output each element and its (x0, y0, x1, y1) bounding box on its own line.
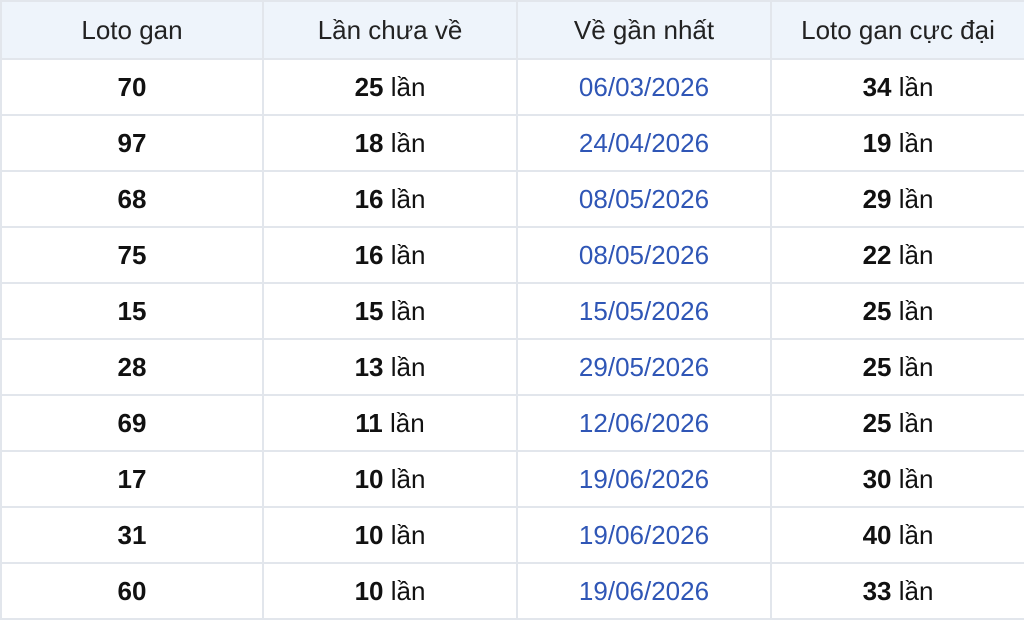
table-row: 31 10 lần 19/06/2026 40 lần (0, 506, 1024, 564)
max-gan-cell: 40 lần (770, 506, 1024, 564)
table-row: 69 11 lần 12/06/2026 25 lần (0, 394, 1024, 452)
max-gan-cell: 25 lần (770, 338, 1024, 396)
missed-count-cell: 16 lần (262, 170, 518, 228)
unit-label: lần (390, 407, 425, 438)
header-max-gan: Loto gan cực đại (770, 0, 1024, 60)
max-gan-cell: 19 lần (770, 114, 1024, 172)
last-seen-cell: 15/05/2026 (516, 282, 772, 340)
loto-number-cell: 17 (0, 450, 264, 508)
last-seen-cell: 08/05/2026 (516, 226, 772, 284)
missed-count-cell: 10 lần (262, 506, 518, 564)
missed-count-value: 18 (354, 127, 384, 158)
missed-count-cell: 16 lần (262, 226, 518, 284)
table-row: 60 10 lần 19/06/2026 33 lần (0, 562, 1024, 620)
unit-label: lần (898, 183, 934, 214)
missed-count-cell: 15 lần (262, 282, 518, 340)
last-seen-cell: 19/06/2026 (516, 506, 772, 564)
unit-label: lần (390, 351, 426, 382)
loto-number-cell: 75 (0, 226, 264, 284)
unit-label: lần (898, 463, 934, 494)
max-gan-cell: 33 lần (770, 562, 1024, 620)
last-seen-cell: 08/05/2026 (516, 170, 772, 228)
max-gan-value: 34 (862, 71, 892, 102)
loto-gan-table: Loto gan Lần chưa về Về gần nhất Loto ga… (0, 0, 1024, 620)
loto-number-cell: 69 (0, 394, 264, 452)
loto-number-cell: 28 (0, 338, 264, 396)
unit-label: lần (390, 71, 426, 102)
missed-count-value: 16 (354, 183, 384, 214)
max-gan-value: 25 (862, 407, 892, 438)
missed-count-value: 10 (354, 519, 384, 550)
missed-count-cell: 10 lần (262, 450, 518, 508)
loto-number-cell: 31 (0, 506, 264, 564)
loto-number-cell: 60 (0, 562, 264, 620)
last-seen-cell: 12/06/2026 (516, 394, 772, 452)
max-gan-cell: 34 lần (770, 58, 1024, 116)
missed-count-value: 10 (354, 575, 384, 606)
last-seen-cell: 06/03/2026 (516, 58, 772, 116)
missed-count-value: 10 (354, 463, 384, 494)
unit-label: lần (390, 127, 426, 158)
max-gan-cell: 30 lần (770, 450, 1024, 508)
max-gan-cell: 22 lần (770, 226, 1024, 284)
unit-label: lần (390, 575, 426, 606)
unit-label: lần (390, 295, 426, 326)
missed-count-value: 13 (354, 351, 384, 382)
table-row: 28 13 lần 29/05/2026 25 lần (0, 338, 1024, 396)
loto-number-cell: 70 (0, 58, 264, 116)
unit-label: lần (390, 463, 426, 494)
missed-count-value: 11 (355, 407, 383, 438)
loto-number-cell: 15 (0, 282, 264, 340)
missed-count-cell: 18 lần (262, 114, 518, 172)
max-gan-value: 19 (862, 127, 892, 158)
max-gan-value: 25 (862, 351, 892, 382)
missed-count-cell: 25 lần (262, 58, 518, 116)
missed-count-cell: 11 lần (262, 394, 518, 452)
table-row: 15 15 lần 15/05/2026 25 lần (0, 282, 1024, 340)
unit-label: lần (390, 519, 426, 550)
max-gan-cell: 25 lần (770, 394, 1024, 452)
table-row: 70 25 lần 06/03/2026 34 lần (0, 58, 1024, 116)
header-loto-gan: Loto gan (0, 0, 264, 60)
table-row: 68 16 lần 08/05/2026 29 lần (0, 170, 1024, 228)
max-gan-cell: 25 lần (770, 282, 1024, 340)
unit-label: lần (898, 575, 934, 606)
unit-label: lần (898, 295, 934, 326)
header-last-seen: Về gần nhất (516, 0, 772, 60)
missed-count-value: 25 (354, 71, 384, 102)
last-seen-cell: 29/05/2026 (516, 338, 772, 396)
missed-count-value: 15 (354, 295, 384, 326)
unit-label: lần (898, 71, 934, 102)
unit-label: lần (390, 183, 426, 214)
table-row: 17 10 lần 19/06/2026 30 lần (0, 450, 1024, 508)
table-header-row: Loto gan Lần chưa về Về gần nhất Loto ga… (0, 0, 1024, 60)
loto-gan-table-container: Loto gan Lần chưa về Về gần nhất Loto ga… (0, 0, 1024, 625)
last-seen-cell: 19/06/2026 (516, 562, 772, 620)
max-gan-cell: 29 lần (770, 170, 1024, 228)
unit-label: lần (390, 239, 426, 270)
max-gan-value: 40 (862, 519, 892, 550)
loto-number-cell: 68 (0, 170, 264, 228)
table-row: 97 18 lần 24/04/2026 19 lần (0, 114, 1024, 172)
missed-count-value: 16 (354, 239, 384, 270)
unit-label: lần (898, 519, 934, 550)
unit-label: lần (898, 407, 934, 438)
max-gan-value: 29 (862, 183, 892, 214)
loto-number-cell: 97 (0, 114, 264, 172)
missed-count-cell: 10 lần (262, 562, 518, 620)
max-gan-value: 30 (862, 463, 892, 494)
unit-label: lần (898, 127, 934, 158)
last-seen-cell: 24/04/2026 (516, 114, 772, 172)
header-missed-count: Lần chưa về (262, 0, 518, 60)
max-gan-value: 22 (862, 239, 892, 270)
max-gan-value: 25 (862, 295, 892, 326)
missed-count-cell: 13 lần (262, 338, 518, 396)
last-seen-cell: 19/06/2026 (516, 450, 772, 508)
table-row: 75 16 lần 08/05/2026 22 lần (0, 226, 1024, 284)
max-gan-value: 33 (862, 575, 892, 606)
unit-label: lần (898, 351, 934, 382)
unit-label: lần (898, 239, 934, 270)
